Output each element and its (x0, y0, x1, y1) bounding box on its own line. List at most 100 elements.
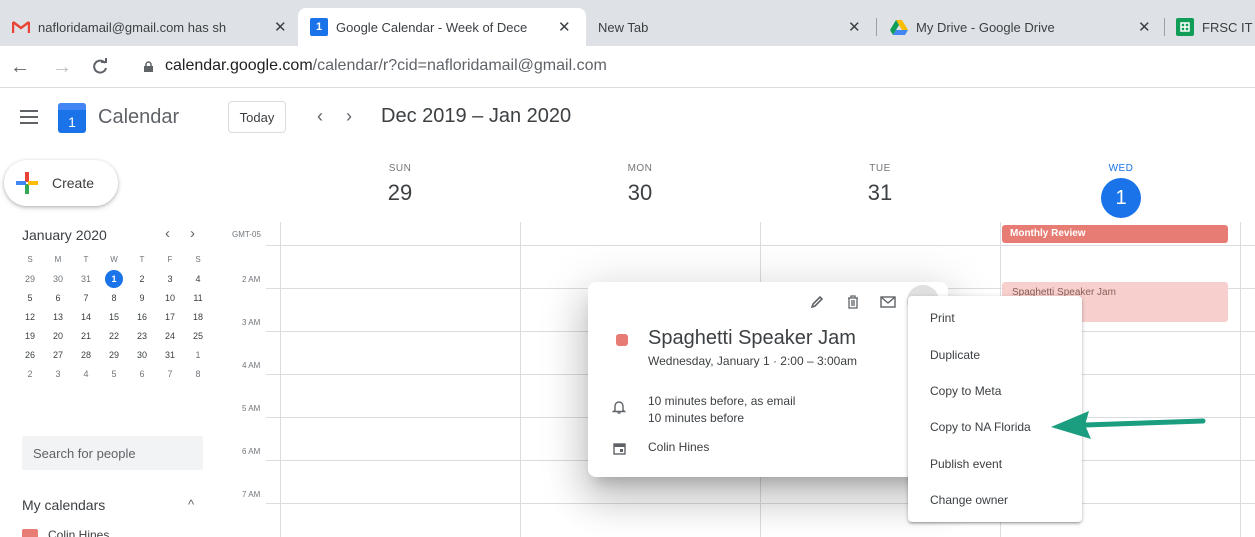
mini-day[interactable]: 14 (72, 307, 100, 326)
mini-day[interactable]: 28 (72, 345, 100, 364)
day-name: WED (1108, 163, 1134, 174)
calendar-item-colin-hines[interactable]: Colin Hines (22, 528, 109, 537)
menu-item-change-owner[interactable]: Change owner (908, 482, 1082, 518)
day-header-wed[interactable]: WED 1 (1091, 163, 1151, 218)
close-icon[interactable]: ✕ (274, 18, 287, 36)
day-number-today[interactable]: 1 (1101, 178, 1141, 218)
mini-day[interactable]: 21 (72, 326, 100, 345)
my-calendars-title[interactable]: My calendars (22, 497, 105, 513)
mini-day[interactable]: 3 (44, 364, 72, 383)
mini-day[interactable]: 24 (156, 326, 184, 345)
mini-day[interactable]: 8 (100, 288, 128, 307)
mini-day[interactable]: 30 (44, 269, 72, 288)
mini-day[interactable]: 31 (72, 269, 100, 288)
create-button[interactable]: Create (4, 160, 118, 206)
mini-day[interactable]: 10 (156, 288, 184, 307)
plus-icon (16, 172, 38, 194)
mini-day[interactable]: 22 (100, 326, 128, 345)
mini-day[interactable]: 5 (16, 288, 44, 307)
collapse-caret-icon[interactable]: ^ (188, 497, 194, 512)
mini-week-row: 2345678 (16, 364, 212, 383)
mini-prev-month-icon[interactable]: ‹ (165, 225, 170, 242)
mini-day-today[interactable]: 1 (100, 269, 128, 288)
mini-day[interactable]: 7 (156, 364, 184, 383)
notification-line: 10 minutes before (648, 411, 745, 425)
mini-day[interactable]: 29 (100, 345, 128, 364)
today-button[interactable]: Today (228, 101, 286, 133)
mini-day[interactable]: 7 (72, 288, 100, 307)
hour-label: 5 AM (242, 404, 261, 413)
mini-day[interactable]: 8 (184, 364, 212, 383)
tab-separator (876, 18, 877, 36)
day-number[interactable]: 30 (610, 180, 670, 206)
day-header-sun[interactable]: SUN 29 (370, 163, 430, 206)
mini-day[interactable]: 31 (156, 345, 184, 364)
reload-icon[interactable] (88, 55, 112, 82)
calendar-name: Colin Hines (48, 528, 110, 537)
mini-day[interactable]: 4 (72, 364, 100, 383)
edit-pencil-icon[interactable] (807, 292, 827, 312)
mini-day[interactable]: 2 (128, 269, 156, 288)
tab-frsc-it[interactable]: FRSC IT (1176, 8, 1255, 46)
menu-item-copy-to-meta[interactable]: Copy to Meta (908, 373, 1082, 409)
day-header-tue[interactable]: TUE 31 (850, 163, 910, 206)
menu-item-duplicate[interactable]: Duplicate (908, 336, 1082, 372)
back-arrow-icon[interactable]: ← (8, 55, 32, 79)
tab-google-drive[interactable]: My Drive - Google Drive ✕ (890, 8, 1162, 46)
day-name: TUE (869, 163, 891, 174)
mini-day[interactable]: 27 (44, 345, 72, 364)
mini-day[interactable]: 5 (100, 364, 128, 383)
bell-icon (612, 401, 626, 414)
mini-day[interactable]: 25 (184, 326, 212, 345)
close-icon[interactable]: ✕ (558, 18, 571, 36)
lock-icon[interactable] (143, 61, 154, 72)
next-week-icon[interactable]: › (339, 106, 359, 127)
email-envelope-icon[interactable] (878, 292, 898, 312)
address-bar-row: ← → calendar.google.com/calendar/r?cid=n… (0, 46, 1255, 88)
mini-day[interactable]: 23 (128, 326, 156, 345)
mini-day[interactable]: 30 (128, 345, 156, 364)
mini-day[interactable]: 2 (16, 364, 44, 383)
day-header-mon[interactable]: MON 30 (610, 163, 670, 206)
mini-day[interactable]: 29 (16, 269, 44, 288)
hour-label: 3 AM (242, 318, 261, 327)
delete-trash-icon[interactable] (843, 292, 863, 312)
mini-day[interactable]: 26 (16, 345, 44, 364)
create-label: Create (52, 175, 95, 191)
calendar-checkbox[interactable] (22, 529, 38, 537)
mini-day[interactable]: 16 (128, 307, 156, 326)
google-drive-icon (890, 18, 908, 36)
tab-google-calendar[interactable]: 1 Google Calendar - Week of Dece ✕ (298, 8, 586, 46)
menu-item-publish-event[interactable]: Publish event (908, 446, 1082, 482)
app-title: Calendar (98, 106, 180, 128)
main-menu-icon[interactable] (20, 110, 38, 124)
mini-day[interactable]: 6 (128, 364, 156, 383)
close-icon[interactable]: ✕ (1138, 18, 1151, 36)
mini-day[interactable]: 17 (156, 307, 184, 326)
event-monthly-review[interactable]: Monthly Review (1002, 225, 1228, 243)
tab-new-tab[interactable]: New Tab ✕ (598, 8, 870, 46)
prev-week-icon[interactable]: ‹ (310, 106, 330, 127)
menu-item-print[interactable]: Print (908, 300, 1082, 336)
mini-day[interactable]: 3 (156, 269, 184, 288)
mini-day[interactable]: 11 (184, 288, 212, 307)
tab-gmail[interactable]: nafloridamail@gmail.com has sh ✕ (12, 8, 294, 46)
mini-weekday: S (195, 255, 201, 264)
mini-day[interactable]: 4 (184, 269, 212, 288)
close-icon[interactable]: ✕ (848, 18, 861, 36)
mini-day[interactable]: 20 (44, 326, 72, 345)
day-number[interactable]: 31 (850, 180, 910, 206)
mini-day[interactable]: 9 (128, 288, 156, 307)
mini-next-month-icon[interactable]: › (190, 225, 195, 242)
mini-day[interactable]: 15 (100, 307, 128, 326)
mini-day[interactable]: 13 (44, 307, 72, 326)
mini-day[interactable]: 1 (184, 345, 212, 364)
mini-day[interactable]: 18 (184, 307, 212, 326)
mini-day[interactable]: 12 (16, 307, 44, 326)
url-field[interactable]: calendar.google.com/calendar/r?cid=naflo… (165, 57, 607, 75)
mini-day[interactable]: 6 (44, 288, 72, 307)
search-people-input[interactable]: Search for people (22, 436, 203, 470)
mini-day[interactable]: 19 (16, 326, 44, 345)
day-number[interactable]: 29 (370, 180, 430, 206)
forward-arrow-icon[interactable]: → (50, 55, 74, 79)
